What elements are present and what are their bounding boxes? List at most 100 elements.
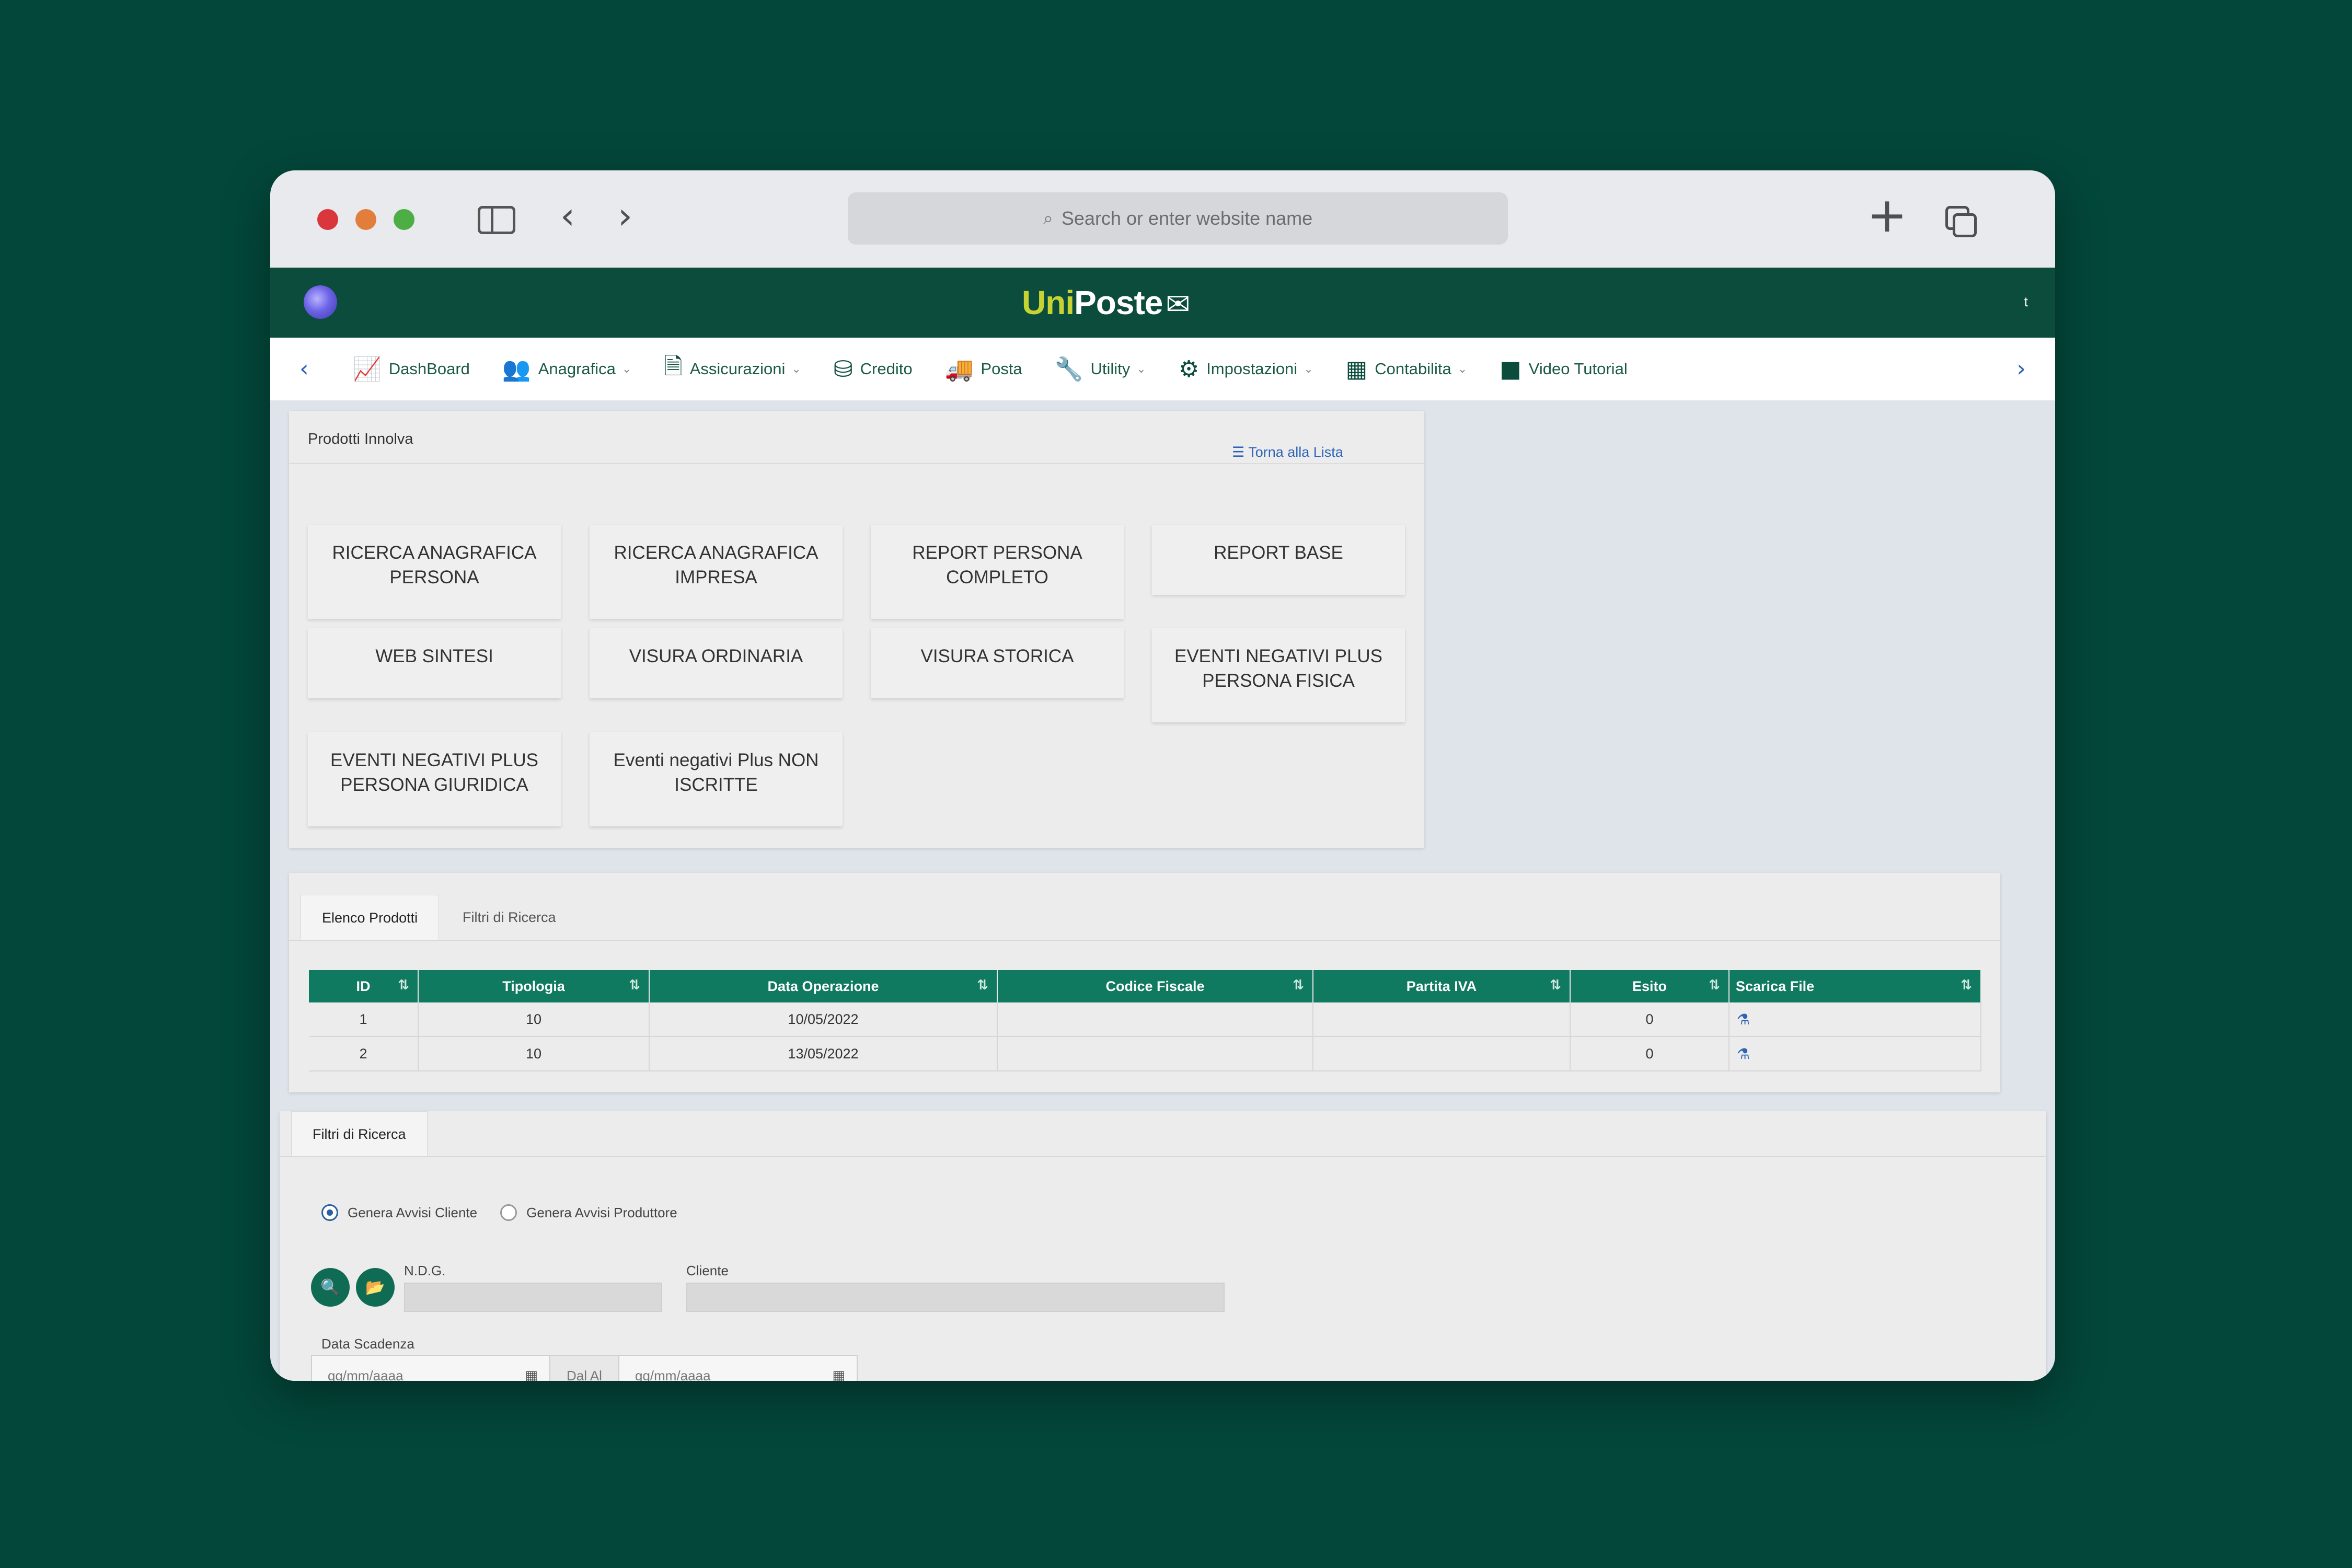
product-button[interactable]: VISURA STORICA bbox=[871, 628, 1124, 698]
search-button[interactable]: 🔍 bbox=[311, 1268, 350, 1307]
products-table: ID ⇅ Tipologia ⇅ Data Operazione ⇅ Codice F… bbox=[309, 970, 1981, 1071]
chart-line-icon: 📈 bbox=[353, 356, 382, 383]
cliente-input[interactable] bbox=[686, 1283, 1225, 1312]
product-button[interactable]: WEB SINTESI bbox=[308, 628, 561, 698]
tab-filtri-ricerca[interactable]: Filtri di Ricerca bbox=[442, 895, 577, 940]
cell-data: 10/05/2022 bbox=[649, 1002, 998, 1037]
address-bar[interactable]: ⌕ Search or enter website name bbox=[848, 192, 1508, 245]
radio-genera-avvisi-cliente[interactable] bbox=[321, 1204, 338, 1221]
nav-item-posta[interactable]: 🚚 Posta bbox=[945, 355, 1022, 383]
nav-label: Contabilita bbox=[1375, 360, 1451, 378]
panel-title: Prodotti Innolva bbox=[308, 431, 413, 447]
product-button[interactable]: REPORT PERSONA COMPLETO bbox=[871, 525, 1124, 619]
column-header-data-operazione[interactable]: Data Operazione ⇅ bbox=[649, 970, 998, 1002]
sort-icon[interactable]: ⇅ bbox=[1293, 977, 1304, 993]
back-link-label: Torna alla Lista bbox=[1248, 444, 1343, 460]
products-panel: Prodotti Innolva ☰ Torna alla Lista RICE… bbox=[289, 411, 1424, 848]
products-list-panel: Elenco Prodotti Filtri di Ricerca ID ⇅ Ti… bbox=[289, 873, 2000, 1092]
cell-tipologia: 10 bbox=[418, 1002, 650, 1037]
cell-id: 2 bbox=[309, 1036, 419, 1071]
tab-overview-icon[interactable] bbox=[1945, 206, 1977, 237]
cell-esito: 0 bbox=[1570, 1002, 1730, 1037]
tab-elenco-prodotti[interactable]: Elenco Prodotti bbox=[301, 895, 440, 940]
dal-al-label: Dal Al bbox=[549, 1356, 619, 1381]
user-menu[interactable]: t bbox=[2024, 294, 2028, 310]
wrench-icon: 🔧 bbox=[1054, 356, 1083, 383]
app-logo-icon[interactable] bbox=[304, 285, 337, 319]
gears-icon: ⚙ bbox=[1178, 355, 1200, 383]
column-header-partita-iva[interactable]: Partita IVA ⇅ bbox=[1313, 970, 1571, 1002]
cliente-label: Cliente bbox=[686, 1263, 729, 1278]
main-nav: ‹ 📈 DashBoard 👥 Anagrafica ⌄ 🗎 Assicuraz… bbox=[270, 338, 2055, 400]
new-tab-icon[interactable]: + bbox=[1867, 191, 1907, 239]
sort-icon[interactable]: ⇅ bbox=[629, 977, 640, 993]
nav-scroll-left-icon[interactable]: ‹ bbox=[299, 355, 309, 382]
sort-icon[interactable]: ⇅ bbox=[398, 977, 409, 993]
sort-icon[interactable]: ⇅ bbox=[1961, 977, 1972, 993]
maximize-window-button[interactable] bbox=[394, 209, 414, 230]
sidebar-toggle-icon[interactable] bbox=[478, 206, 515, 234]
sort-icon[interactable]: ⇅ bbox=[1550, 977, 1561, 993]
product-button[interactable]: EVENTI NEGATIVI PLUS PERSONA FISICA bbox=[1152, 628, 1405, 722]
product-button[interactable]: REPORT BASE bbox=[1152, 525, 1405, 595]
nav-item-anagrafica[interactable]: 👥 Anagrafica ⌄ bbox=[502, 355, 631, 383]
column-header-id[interactable]: ID ⇅ bbox=[309, 970, 419, 1002]
column-header-codice-fiscale[interactable]: Codice Fiscale ⇅ bbox=[997, 970, 1313, 1002]
tab-filtri-ricerca-active[interactable]: Filtri di Ricerca bbox=[291, 1111, 428, 1157]
product-button[interactable]: EVENTI NEGATIVI PLUS PERSONA GIURIDICA bbox=[308, 732, 561, 826]
chevron-down-icon: ⌄ bbox=[1304, 362, 1313, 375]
forward-icon[interactable]: › bbox=[618, 198, 632, 234]
date-from-input[interactable]: gg/mm/aaaa ▦ bbox=[312, 1356, 549, 1381]
page-content: Prodotti Innolva ☰ Torna alla Lista RICE… bbox=[270, 400, 2055, 1381]
sort-icon[interactable]: ⇅ bbox=[1709, 977, 1720, 993]
date-to-input[interactable]: gg/mm/aaaa ▦ bbox=[619, 1356, 857, 1381]
cell-tipologia: 10 bbox=[418, 1036, 650, 1071]
nav-item-assicurazioni[interactable]: 🗎 Assicurazioni ⌄ bbox=[664, 350, 801, 389]
radio-genera-avvisi-produttore[interactable] bbox=[500, 1204, 517, 1221]
column-header-tipologia[interactable]: Tipologia ⇅ bbox=[418, 970, 650, 1002]
browser-window: ‹ › ⌕ Search or enter website name + Uni… bbox=[270, 170, 2055, 1381]
date-range: gg/mm/aaaa ▦ Dal Al gg/mm/aaaa ▦ bbox=[311, 1355, 858, 1381]
close-window-button[interactable] bbox=[317, 209, 338, 230]
nav-item-contabilita[interactable]: ▦ Contabilita ⌄ bbox=[1346, 356, 1468, 383]
nav-item-utility[interactable]: 🔧 Utility ⌄ bbox=[1055, 355, 1146, 383]
chevron-down-icon: ⌄ bbox=[791, 362, 801, 375]
nav-item-impostazioni[interactable]: ⚙ Impostazioni ⌄ bbox=[1179, 356, 1313, 383]
document-icon: 🗎 bbox=[664, 353, 683, 380]
filters-panel: Filtri di Ricerca Genera Avvisi Cliente … bbox=[280, 1111, 2046, 1381]
product-button[interactable]: VISURA ORDINARIA bbox=[590, 628, 843, 698]
date-placeholder: gg/mm/aaaa bbox=[635, 1367, 711, 1381]
users-icon: 👥 bbox=[502, 356, 531, 383]
nav-item-dashboard[interactable]: 📈 DashBoard bbox=[353, 355, 470, 383]
back-to-list-link[interactable]: ☰ Torna alla Lista bbox=[1232, 444, 1343, 460]
column-header-scarica-file[interactable]: Scarica File ⇅ bbox=[1729, 970, 1981, 1002]
ndg-input[interactable] bbox=[404, 1283, 662, 1312]
cell-data: 13/05/2022 bbox=[649, 1036, 998, 1071]
radio-label: Genera Avvisi Produttore bbox=[526, 1204, 677, 1220]
product-button[interactable]: RICERCA ANAGRAFICA IMPRESA bbox=[590, 525, 843, 619]
nav-item-video-tutorial[interactable]: ■ Video Tutorial bbox=[1500, 356, 1628, 383]
chevron-down-icon: ⌄ bbox=[1457, 362, 1468, 375]
table-row: 1 10 10/05/2022 0 ⚗ bbox=[309, 1002, 1981, 1037]
nav-scroll-right-icon[interactable]: › bbox=[2016, 355, 2026, 382]
sort-icon[interactable]: ⇅ bbox=[977, 977, 988, 993]
open-folder-button[interactable]: 📂 bbox=[356, 1268, 395, 1307]
nav-item-credito[interactable]: ⛁ Credito bbox=[834, 356, 913, 383]
envelope-icon: ✉ bbox=[1166, 287, 1190, 321]
calendar-icon[interactable]: ▦ bbox=[525, 1368, 538, 1381]
back-icon[interactable]: ‹ bbox=[560, 198, 575, 234]
product-button[interactable]: Eventi negativi Plus NON ISCRITTE bbox=[590, 732, 843, 826]
table-row: 2 10 13/05/2022 0 ⚗ bbox=[309, 1036, 1981, 1071]
data-scadenza-label: Data Scadenza bbox=[321, 1336, 414, 1352]
column-header-esito[interactable]: Esito ⇅ bbox=[1570, 970, 1730, 1002]
minimize-window-button[interactable] bbox=[355, 209, 376, 230]
search-icon: ⌕ bbox=[1043, 208, 1053, 229]
mail-truck-icon: 🚚 bbox=[944, 356, 974, 383]
brand-uni: Uni bbox=[1022, 284, 1075, 321]
download-icon[interactable]: ⚗ bbox=[1729, 1036, 1981, 1071]
product-button[interactable]: RICERCA ANAGRAFICA PERSONA bbox=[308, 525, 561, 619]
calendar-icon[interactable]: ▦ bbox=[832, 1368, 845, 1381]
cell-partita-iva bbox=[1313, 1002, 1571, 1037]
cell-esito: 0 bbox=[1570, 1036, 1730, 1071]
download-icon[interactable]: ⚗ bbox=[1729, 1002, 1981, 1037]
